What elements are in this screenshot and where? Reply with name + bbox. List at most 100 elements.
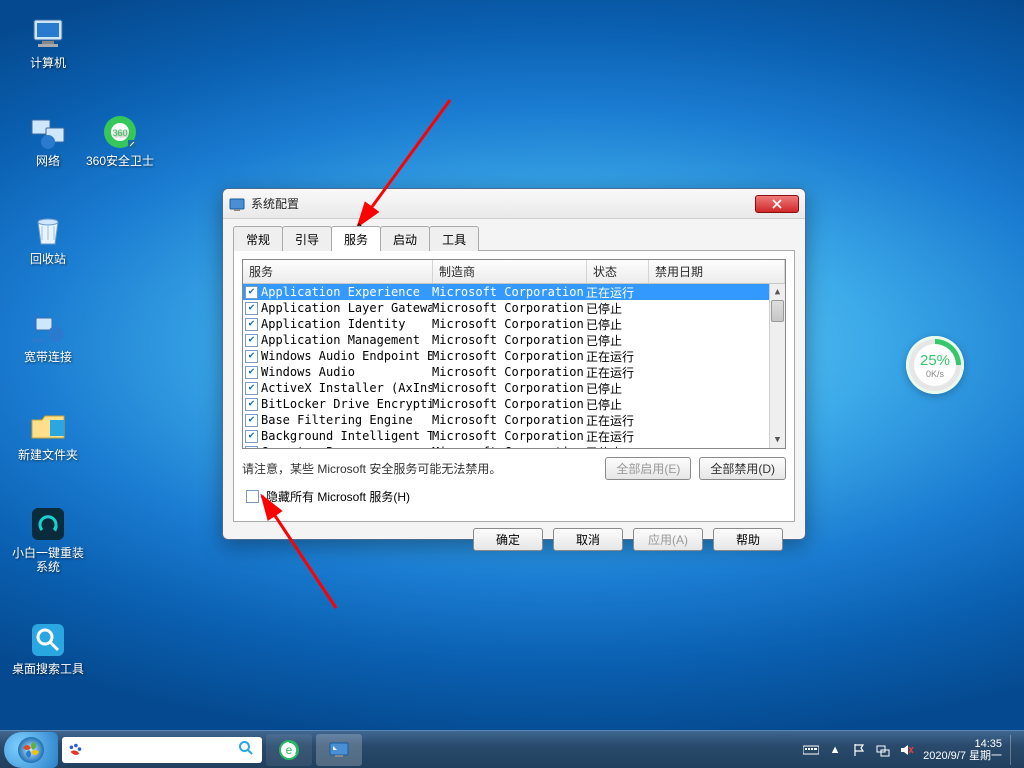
cell-state: 正在运行	[586, 364, 648, 381]
gauge-speed: 0K/s	[926, 369, 944, 379]
row-checkbox[interactable]	[245, 430, 258, 443]
tab-panel-services: 服务 制造商 状态 禁用日期 Application ExperienceMic…	[233, 250, 795, 522]
row-checkbox[interactable]	[245, 446, 258, 449]
cancel-button[interactable]: 取消	[553, 528, 623, 551]
cell-vendor: Microsoft Corporation	[432, 317, 586, 331]
cell-service: Base Filtering Engine	[261, 413, 432, 427]
close-button[interactable]	[755, 195, 799, 213]
scroll-thumb[interactable]	[771, 300, 784, 322]
desktop-icon[interactable]: 计算机	[12, 14, 84, 70]
cell-vendor: Microsoft Corporation	[432, 285, 586, 299]
desktop-icon[interactable]: 网络	[12, 112, 84, 168]
hide-ms-label: 隐藏所有 Microsoft 服务(H)	[266, 488, 410, 505]
row-checkbox[interactable]	[245, 350, 258, 363]
cell-service: Application Management	[261, 333, 432, 347]
cell-state: 已停止	[586, 316, 648, 333]
cell-service: ActiveX Installer (AxInstSV)	[261, 381, 432, 395]
volume-muted-icon[interactable]	[899, 742, 915, 758]
tab-tools[interactable]: 工具	[429, 226, 479, 251]
taskbar-search[interactable]	[62, 737, 262, 763]
desktop-icon[interactable]: 宽带连接	[12, 308, 84, 364]
table-row[interactable]: Windows Audio Endpoint Bu...Microsoft Co…	[243, 348, 785, 364]
taskbar[interactable]: e ▲ 14:35 2020/9/7 星期一	[0, 730, 1024, 768]
apply-button[interactable]: 应用(A)	[633, 528, 703, 551]
row-checkbox[interactable]	[245, 302, 258, 315]
cell-vendor: Microsoft Corporation	[432, 381, 586, 395]
table-row[interactable]: Application Layer Gateway...Microsoft Co…	[243, 300, 785, 316]
start-button[interactable]	[4, 732, 58, 768]
cell-service: Application Experience	[261, 285, 432, 299]
table-row[interactable]: ActiveX Installer (AxInstSV)Microsoft Co…	[243, 380, 785, 396]
cell-vendor: Microsoft Corporation	[432, 349, 586, 363]
cell-vendor: Microsoft Corporation	[432, 301, 586, 315]
table-row[interactable]: Base Filtering EngineMicrosoft Corporati…	[243, 412, 785, 428]
desktop-icon-glyph	[28, 620, 68, 660]
listview-header[interactable]: 服务 制造商 状态 禁用日期	[243, 260, 785, 284]
desktop-icon[interactable]: 回收站	[12, 210, 84, 266]
disable-all-button[interactable]: 全部禁用(D)	[699, 457, 786, 480]
desktop-icon-glyph: 360	[100, 112, 140, 152]
cell-service: Application Identity	[261, 317, 432, 331]
cell-service: BitLocker Drive Encryptio...	[261, 397, 432, 411]
keyboard-icon[interactable]	[803, 742, 819, 758]
cpu-gauge[interactable]: 25% 0K/s	[906, 336, 964, 394]
magnifier-icon	[238, 740, 254, 756]
desktop-icon[interactable]: 360360安全卫士	[84, 112, 156, 168]
cell-service: Background Intelligent Tr...	[261, 429, 432, 443]
ok-button[interactable]: 确定	[473, 528, 543, 551]
row-checkbox[interactable]	[245, 398, 258, 411]
col-state[interactable]: 状态	[587, 260, 649, 283]
desktop-icon-glyph	[28, 112, 68, 152]
scroll-up-icon[interactable]: ▲	[770, 284, 785, 300]
taskbar-msconfig[interactable]	[316, 734, 362, 766]
desktop-icon[interactable]: 桌面搜索工具	[12, 620, 84, 676]
clock[interactable]: 14:35 2020/9/7 星期一	[923, 738, 1002, 762]
col-service[interactable]: 服务	[243, 260, 433, 283]
tab-services[interactable]: 服务	[331, 226, 381, 251]
desktop-icon[interactable]: 新建文件夹	[12, 406, 84, 462]
row-checkbox[interactable]	[245, 382, 258, 395]
tab-general[interactable]: 常规	[233, 226, 283, 251]
hide-ms-checkbox[interactable]	[246, 490, 259, 503]
titlebar[interactable]: 系统配置	[223, 189, 805, 219]
col-vendor[interactable]: 制造商	[433, 260, 587, 283]
svg-text:e: e	[286, 743, 293, 757]
app-icon	[229, 196, 245, 212]
table-row[interactable]: Application ManagementMicrosoft Corporat…	[243, 332, 785, 348]
desktop-icon-label: 新建文件夹	[12, 448, 84, 462]
row-checkbox[interactable]	[245, 366, 258, 379]
tab-boot[interactable]: 引导	[282, 226, 332, 251]
table-row[interactable]: BitLocker Drive Encryptio...Microsoft Co…	[243, 396, 785, 412]
row-checkbox[interactable]	[245, 334, 258, 347]
enable-all-button[interactable]: 全部启用(E)	[605, 457, 691, 480]
row-checkbox[interactable]	[245, 414, 258, 427]
tab-startup[interactable]: 启动	[380, 226, 430, 251]
table-row[interactable]: Windows AudioMicrosoft Corporation正在运行	[243, 364, 785, 380]
listview-services[interactable]: 服务 制造商 状态 禁用日期 Application ExperienceMic…	[242, 259, 786, 449]
show-desktop-button[interactable]	[1010, 735, 1016, 765]
row-checkbox[interactable]	[245, 318, 258, 331]
cell-vendor: Microsoft Corporation	[432, 445, 586, 448]
row-checkbox[interactable]	[245, 286, 258, 299]
table-row[interactable]: Application IdentityMicrosoft Corporatio…	[243, 316, 785, 332]
help-button[interactable]: 帮助	[713, 528, 783, 551]
network-icon[interactable]	[875, 742, 891, 758]
cell-state: 已停止	[586, 380, 648, 397]
chevron-up-icon[interactable]: ▲	[827, 742, 843, 758]
table-row[interactable]: Application ExperienceMicrosoft Corporat…	[243, 284, 785, 300]
cell-service: Application Layer Gateway...	[261, 301, 432, 315]
table-row[interactable]: Computer BrowserMicrosoft Corporation已停止	[243, 444, 785, 448]
col-disable-date[interactable]: 禁用日期	[649, 260, 785, 283]
scrollbar[interactable]: ▲ ▼	[769, 284, 785, 448]
cell-state: 已停止	[586, 396, 648, 413]
system-tray[interactable]: ▲ 14:35 2020/9/7 星期一	[803, 735, 1020, 765]
desktop-icon[interactable]: 小白一键重装系统	[12, 504, 84, 574]
search-input[interactable]	[84, 740, 258, 759]
tab-strip: 常规引导服务启动工具	[233, 225, 795, 250]
flag-icon[interactable]	[851, 742, 867, 758]
table-row[interactable]: Background Intelligent Tr...Microsoft Co…	[243, 428, 785, 444]
scroll-down-icon[interactable]: ▼	[770, 432, 785, 448]
taskbar-browser[interactable]: e	[266, 734, 312, 766]
desktop-icon-label: 桌面搜索工具	[12, 662, 84, 676]
baidu-icon	[66, 741, 84, 759]
